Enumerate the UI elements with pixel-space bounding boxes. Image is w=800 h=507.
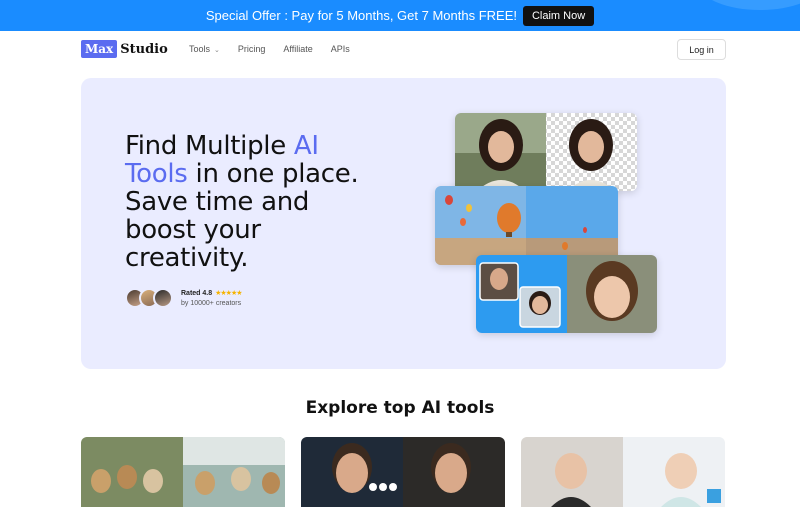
login-button[interactable]: Log in [677,39,726,60]
rating-label: Rated 4.8 [181,289,213,297]
bg-removal-preview-image [455,113,637,191]
headline-accent: AI [293,131,319,161]
tool-card-portrait[interactable] [301,437,505,507]
bg-removal-preview-svg [455,113,637,191]
headline-line: boost your [125,215,261,245]
headline-accent: Tools [125,159,188,189]
rating-sub: by 10000+ creators [181,300,242,307]
headline-part: in one place. [187,159,359,189]
hero-section: Find Multiple AI Tools in one place. Sav… [81,78,726,369]
logo-text: Studio [120,41,168,57]
menu-label-tools: Tools [189,44,211,54]
tool-card-portrait-image [301,437,505,507]
tool-card-dogs-image [81,437,285,507]
avatar [153,288,173,308]
claim-now-button[interactable]: Claim Now [522,5,595,26]
headline-line: Save time and [125,187,310,217]
logo[interactable]: Max Studio [81,40,168,58]
promo-banner: Special Offer : Pay for 5 Months, Get 7 … [0,0,800,31]
rating-text: Rated 4.8 ★★★★★ by 10000+ creators [181,289,243,308]
tool-card-baby-image [521,437,725,507]
menu-item-pricing[interactable]: Pricing [238,44,266,54]
headline-part: Find Multiple [125,131,294,161]
logo-box: Max [81,40,118,58]
promo-text: Special Offer : Pay for 5 Months, Get 7 … [205,8,517,23]
tool-card-dogs[interactable] [81,437,285,507]
rating-top: Rated 4.8 ★★★★★ [181,289,243,298]
face-swap-preview-svg [476,255,657,333]
rating-block: Rated 4.8 ★★★★★ by 10000+ creators [125,288,243,308]
main-menu: Tools ⌄ Pricing Affiliate APIs [189,44,350,54]
menu-item-tools[interactable]: Tools ⌄ [189,44,220,54]
face-swap-preview-image [476,255,657,333]
section-title: Explore top AI tools [305,398,495,418]
menu-item-apis[interactable]: APIs [331,44,350,54]
promo-glow [700,0,800,10]
avatar-group [125,288,173,308]
tool-card-baby[interactable] [521,437,725,507]
balloons-preview-svg [435,186,618,265]
hero-headline: Find Multiple AI Tools in one place. Sav… [125,132,405,272]
stars-icon: ★★★★★ [215,290,242,297]
chevron-down-icon: ⌄ [214,47,220,54]
navbar: Max Studio Tools ⌄ Pricing Affiliate APIs… [0,31,800,69]
headline-line: creativity. [125,243,249,273]
menu-item-affiliate[interactable]: Affiliate [283,44,312,54]
balloons-preview-image [435,186,618,265]
